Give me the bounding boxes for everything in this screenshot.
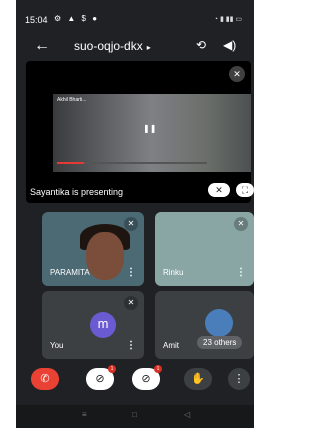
mic-off-icon: ✕: [124, 296, 138, 310]
camera-off-button[interactable]: ⊘ 1: [86, 365, 116, 390]
clock: 15:04: [25, 15, 48, 25]
recents-icon[interactable]: ≡: [82, 410, 87, 419]
pin-off-button[interactable]: ✕: [208, 183, 230, 197]
video-progress-bar: [57, 162, 207, 164]
speaker-icon[interactable]: ◀): [223, 38, 236, 52]
end-call-button[interactable]: ✆: [31, 368, 59, 390]
avatar: [205, 309, 233, 337]
status-bar: 15:04 ⚙ ▲ $ ● ◔ ▮ ▮▮ ▭: [16, 0, 254, 28]
more-options-button[interactable]: ⋮: [228, 368, 250, 390]
shared-video-title: Akhil Bharti...: [57, 97, 87, 103]
meeting-title[interactable]: suo-oqjo-dkx ▸: [74, 39, 151, 53]
participant-face: [86, 232, 124, 280]
camera-badge: 1: [108, 365, 116, 373]
switch-camera-icon[interactable]: ⟲: [196, 38, 206, 52]
participant-tile-rinku[interactable]: ✕ Rinku ⋮: [155, 212, 254, 286]
meet-app-screen: 15:04 ⚙ ▲ $ ● ◔ ▮ ▮▮ ▭ ← suo-oqjo-dkx ▸ ⟲…: [16, 0, 254, 428]
presentation-tile[interactable]: ✕ Akhil Bharti... ❚❚: [26, 61, 251, 203]
participant-tile-others[interactable]: Amit 23 others: [155, 291, 254, 359]
pause-icon: ❚❚: [143, 124, 157, 133]
mic-off-icon: ✕: [229, 66, 245, 82]
avatar: m: [90, 312, 116, 338]
mic-off-icon: ✕: [124, 217, 138, 231]
notification-icons: ⚙ ▲ $ ●: [54, 14, 100, 23]
participant-name: Amit: [163, 341, 179, 350]
mic-badge: 1: [154, 365, 162, 373]
participant-tile-you[interactable]: ✕ m You ⋮: [42, 291, 144, 359]
home-icon[interactable]: □: [132, 410, 137, 419]
raise-hand-button[interactable]: ✋: [184, 368, 212, 390]
participant-name: Rinku: [163, 268, 184, 277]
android-nav-bar: ≡ □ ◁: [16, 405, 254, 428]
mic-off-button[interactable]: ⊘ 1: [132, 365, 162, 390]
system-icons: ◔ ▮ ▮▮ ▭: [213, 16, 242, 23]
back-arrow-icon[interactable]: ←: [34, 37, 50, 55]
top-bar: ← suo-oqjo-dkx ▸ ⟲ ◀): [16, 34, 254, 60]
participant-tile-paramita[interactable]: ✕ PARAMITA ⋮: [42, 212, 144, 286]
more-options-icon[interactable]: ⋮: [126, 340, 136, 351]
more-options-icon[interactable]: ⋮: [126, 267, 136, 278]
back-icon[interactable]: ◁: [184, 410, 190, 419]
mic-off-icon: ✕: [234, 217, 248, 231]
participant-name: You: [50, 341, 64, 350]
shared-screen-video: Akhil Bharti... ❚❚: [53, 94, 251, 172]
fullscreen-button[interactable]: ⛶: [236, 183, 254, 197]
presenting-label: Sayantika is presenting: [30, 187, 124, 197]
others-count-badge: 23 others: [197, 336, 243, 349]
meeting-code: suo-oqjo-dkx: [74, 39, 143, 53]
more-options-icon[interactable]: ⋮: [236, 267, 246, 278]
participant-name: PARAMITA: [50, 268, 90, 277]
chevron-right-icon: ▸: [146, 43, 151, 52]
